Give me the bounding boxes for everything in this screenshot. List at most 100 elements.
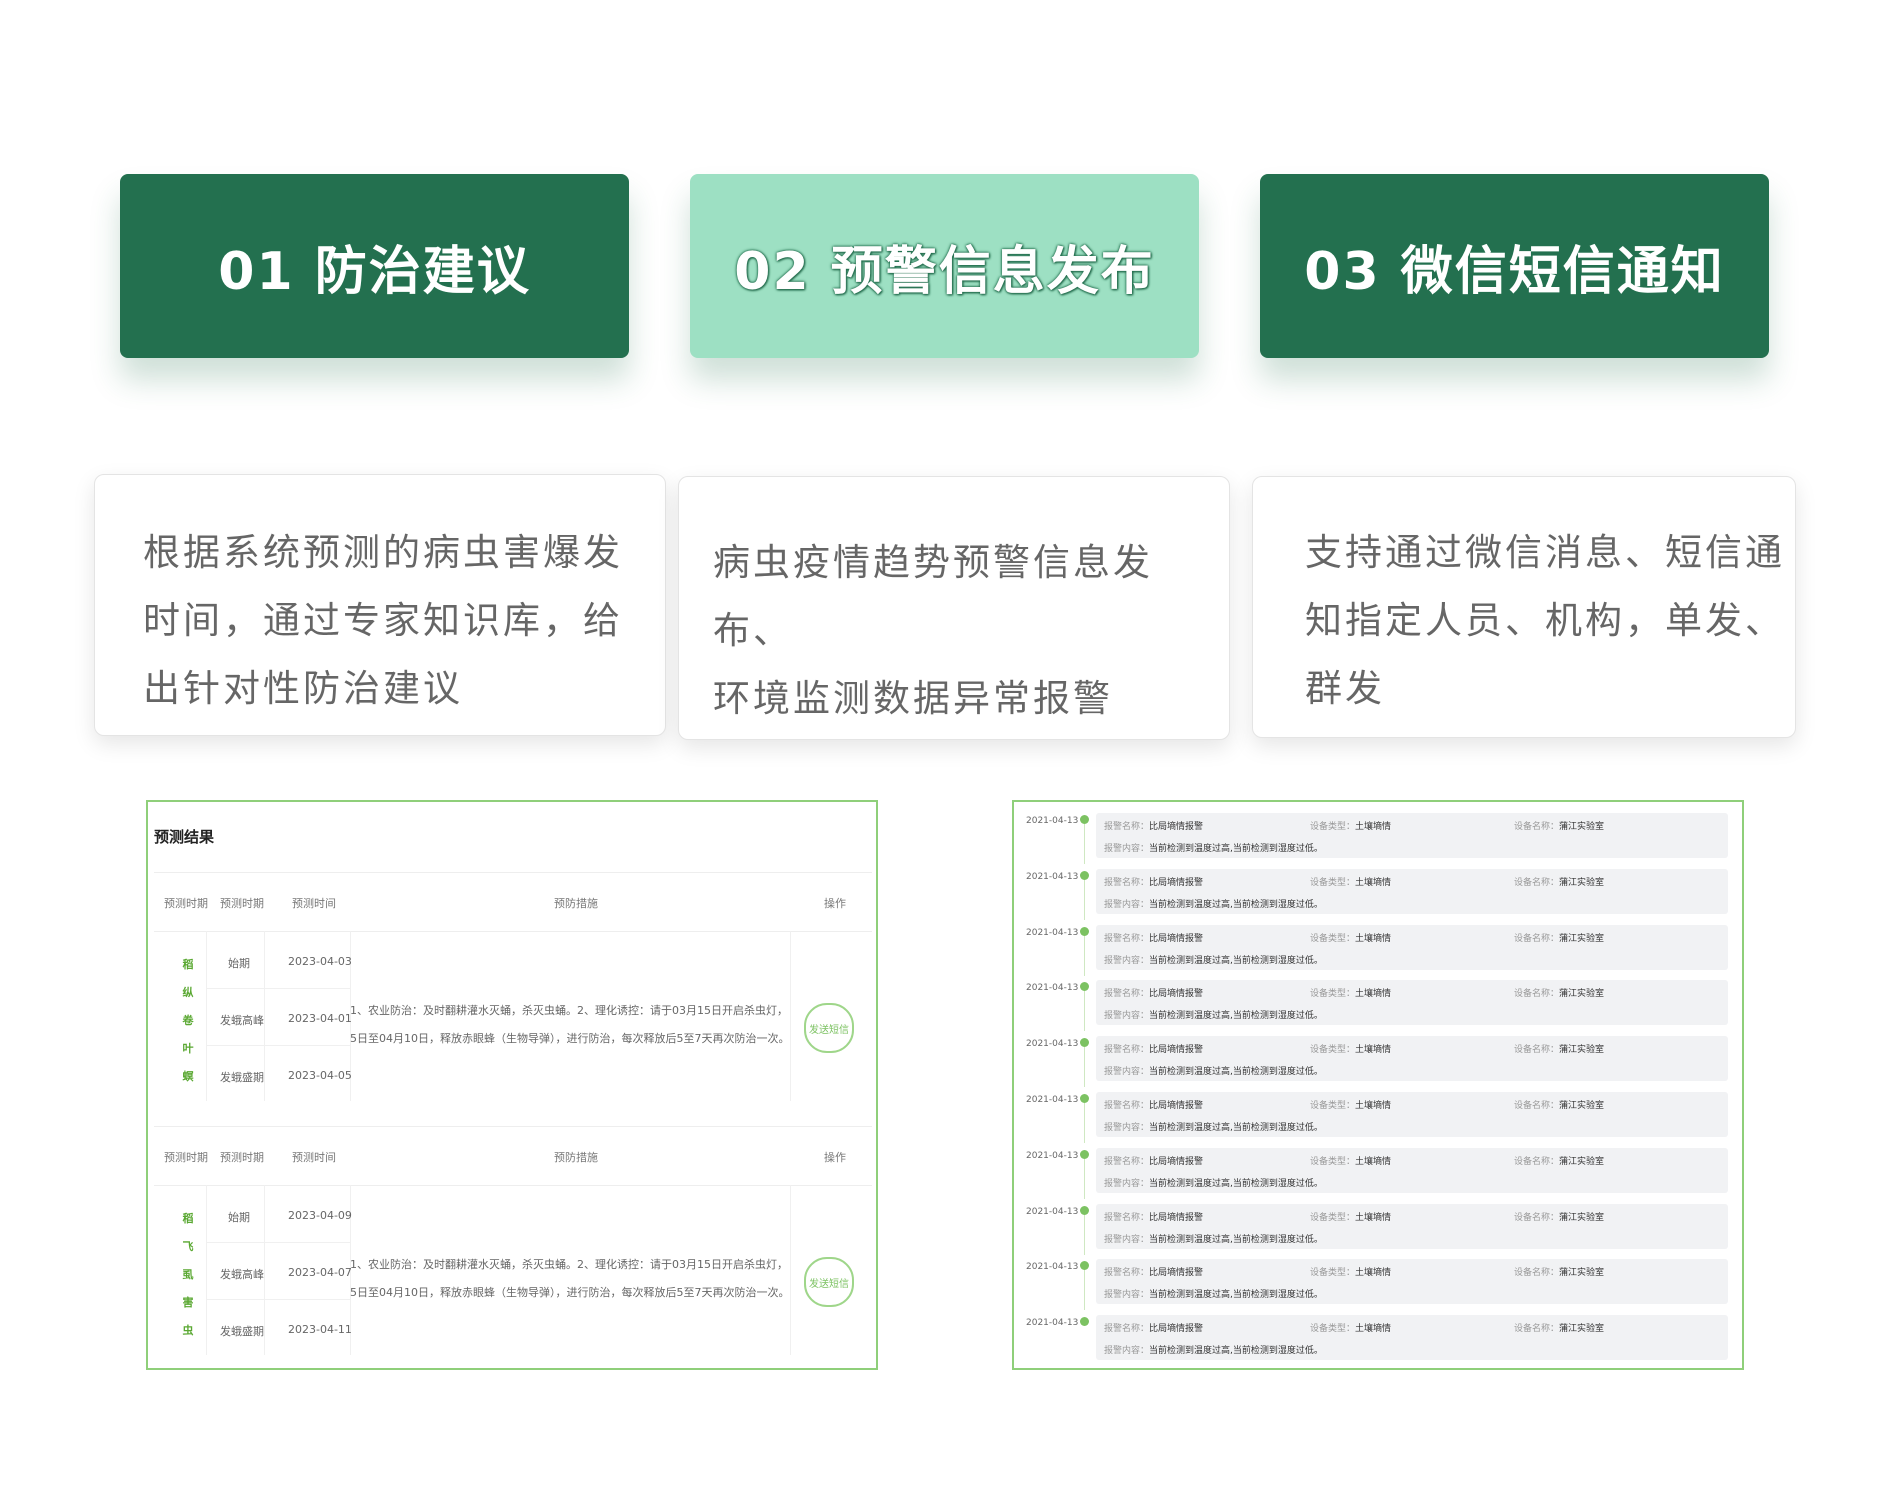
card-wechat-sms: 支持通过微信消息、短信通 知指定人员、机构，单发、 群发	[1252, 476, 1796, 738]
alarm-card[interactable]: 报警名称：比局墒情报警 设备类型：土壤墒情 设备名称：蒲江实验室 报警内容：当前检测到…	[1096, 1147, 1728, 1193]
alarm-card[interactable]: 报警名称：比局墒情报警 设备类型：土壤墒情 设备名称：蒲江实验室 报警内容：当前检测到…	[1096, 1259, 1728, 1305]
field-label: 报警名称：	[1104, 822, 1150, 832]
tab-prevention-advice[interactable]: 01 防治建议	[120, 174, 629, 358]
header-cell: 操作	[824, 1151, 846, 1164]
field-label: 设备名称：	[1514, 933, 1560, 944]
field-label: 报警名称：	[1104, 1045, 1150, 1056]
row-divider	[206, 988, 350, 989]
header-cell: 操作	[824, 897, 846, 910]
field-value: 蒲江实验室	[1559, 1324, 1605, 1335]
device-type: 设备类型：土壤墒情	[1310, 1154, 1391, 1167]
alarm-rule: 报警名称：比局墒情报警	[1104, 1210, 1203, 1223]
alarm-card[interactable]: 报警名称：比局墒情报警 设备类型：土壤墒情 设备名称：蒲江实验室 报警内容：当前检测到…	[1096, 868, 1728, 914]
timeline-connector	[1084, 991, 1085, 1032]
timeline-connector	[1084, 1158, 1085, 1199]
alarm-rule: 报警名称：比局墒情报警	[1104, 1321, 1203, 1334]
alarm-card[interactable]: 报警名称：比局墒情报警 设备类型：土壤墒情 设备名称：蒲江实验室 报警内容：当前检测到…	[1096, 1092, 1728, 1137]
field-label: 报警名称：	[1104, 877, 1150, 888]
header-cell: 预防措施	[554, 1151, 598, 1164]
alarm-card[interactable]: 报警名称：比局墒情报警 设备类型：土壤墒情 设备名称：蒲江实验室 报警内容：当前检测到…	[1096, 980, 1728, 1026]
field-label: 报警内容：	[1104, 1011, 1150, 1022]
device-type: 设备类型：土壤墒情	[1310, 1210, 1391, 1223]
header-cell: 预测时间	[292, 897, 336, 910]
device-name: 设备名称：蒲江实验室	[1514, 1210, 1604, 1223]
alarm-content: 报警内容：当前检测到温度过高,当前检测到湿度过低。	[1104, 1008, 1323, 1021]
alarm-entry: 2021-04-13 报警名称：比局墒情报警 设备类型：土壤墒情 设备名称：蒲江实验室…	[1014, 806, 1742, 864]
timeline-connector	[1084, 879, 1085, 920]
field-label: 报警内容：	[1104, 1123, 1150, 1133]
field-value: 蒲江实验室	[1559, 989, 1605, 1000]
timeline-dot	[1080, 1261, 1089, 1271]
table-header: 预测时期 预测时期 预测时间 预防措施 操作	[154, 1127, 872, 1186]
field-value: 蒲江实验室	[1559, 877, 1605, 888]
field-label: 报警内容：	[1104, 844, 1150, 854]
field-label: 设备名称：	[1514, 1156, 1560, 1167]
alarm-card[interactable]: 报警名称：比局墒情报警 设备类型：土壤墒情 设备名称：蒲江实验室 报警内容：当前检测到…	[1096, 1315, 1728, 1361]
tab-wechat-sms[interactable]: 03 微信短信通知	[1260, 174, 1769, 358]
field-label: 报警名称：	[1104, 933, 1150, 944]
field-label: 设备类型：	[1310, 1045, 1356, 1056]
field-value: 当前检测到温度过高,当前检测到湿度过低。	[1149, 1234, 1323, 1245]
card-line: 出针对性防治建议	[143, 667, 463, 710]
field-value: 蒲江实验室	[1559, 1212, 1605, 1223]
timeline-dot	[1080, 926, 1089, 936]
alarm-entry: 2021-04-13 报警名称：比局墒情报警 设备类型：土壤墒情 设备名称：蒲江实验室…	[1014, 1308, 1742, 1364]
alarm-date: 2021-04-13	[1026, 1150, 1079, 1161]
alarm-content: 报警内容：当前检测到温度过高,当前检测到湿度过低。	[1104, 1232, 1323, 1245]
field-label: 报警名称：	[1104, 1268, 1150, 1279]
header-cell: 预测时期	[220, 1151, 264, 1164]
field-label: 报警内容：	[1104, 1067, 1150, 1078]
device-name: 设备名称：蒲江实验室	[1514, 986, 1604, 999]
device-type: 设备类型：土壤墒情	[1310, 931, 1391, 944]
field-label: 报警内容：	[1104, 1290, 1150, 1301]
column-divider	[790, 931, 791, 1101]
send-sms-button[interactable]: 发送短信	[804, 1257, 854, 1307]
timeline-dot	[1080, 870, 1089, 880]
alarm-card[interactable]: 报警名称：比局墒情报警 设备类型：土壤墒情 设备名称：蒲江实验室报警内容：当前检测到…	[1096, 1203, 1728, 1249]
field-value: 比局墒情报警	[1149, 877, 1204, 888]
alarm-card[interactable]: 报警名称：比局墒情报警 设备类型：土壤墒情 设备名称：蒲江实验室 报警内容：当前检测到…	[1096, 924, 1728, 970]
alarm-date: 2021-04-13	[1026, 927, 1079, 938]
field-label: 报警内容：	[1104, 955, 1150, 966]
alarm-rule: 报警名称：比局墒情报警	[1104, 819, 1203, 832]
field-label: 设备名称：	[1514, 822, 1560, 832]
timeline-dot	[1080, 1094, 1089, 1103]
column-divider	[206, 1185, 207, 1355]
column-divider	[790, 1185, 791, 1355]
alarm-date: 2021-04-13	[1026, 1039, 1079, 1050]
header-cell: 预测时期	[164, 1151, 208, 1164]
device-name: 设备名称：蒲江实验室	[1514, 1098, 1604, 1111]
alarm-date: 2021-04-13	[1026, 983, 1079, 994]
alarm-rule: 报警名称：比局墒情报警	[1104, 1042, 1203, 1055]
field-value: 比局墒情报警	[1149, 822, 1204, 832]
send-sms-button[interactable]: 发送短信	[804, 1003, 854, 1053]
timeline-dot	[1080, 1205, 1089, 1215]
alarm-timeline-screenshot: 2021-04-13 报警名称：比局墒情报警 设备类型：土壤墒情 设备名称：蒲江实验室…	[1012, 800, 1744, 1370]
alarm-content: 报警内容：当前检测到温度过高,当前检测到湿度过低。	[1104, 897, 1323, 910]
table-header: 预测时期 预测时期 预测时间 预防措施 操作	[154, 873, 872, 932]
pest-name: 稻飞虱害虫	[182, 1212, 194, 1337]
field-label: 设备名称：	[1514, 1324, 1560, 1335]
header-cell: 预测时期	[220, 897, 264, 910]
card-line: 群发	[1305, 667, 1385, 710]
phase-cell: 发蛾高峰	[220, 1268, 264, 1281]
field-label: 设备类型：	[1310, 1324, 1356, 1335]
field-value: 土壤墒情	[1355, 1045, 1392, 1056]
field-value: 比局墒情报警	[1149, 1212, 1204, 1223]
phase-cell: 发蛾盛期	[220, 1325, 264, 1338]
tab-warning-publish[interactable]: 02 预警信息发布	[690, 174, 1199, 358]
alarm-entry: 2021-04-13 报警名称：比局墒情报警 设备类型：土壤墒情 设备名称：蒲江实验室…	[1014, 862, 1742, 920]
header-cell: 预防措施	[554, 897, 598, 910]
measure-text: 5日至04月10日，释放赤眼蜂（生物导弹），进行防治，每次释放后5至7天再次防治…	[350, 1286, 788, 1299]
field-value: 土壤墒情	[1355, 933, 1392, 944]
card-line: 知指定人员、机构，单发、	[1305, 599, 1785, 642]
tab-label: 03 微信短信通知	[1304, 241, 1725, 302]
alarm-rule: 报警名称：比局墒情报警	[1104, 1265, 1203, 1278]
alarm-entry: 2021-04-13 报警名称：比局墒情报警 设备类型：土壤墒情 设备名称：蒲江实验室…	[1014, 973, 1742, 1032]
field-label: 报警名称：	[1104, 1101, 1150, 1111]
field-label: 设备类型：	[1310, 989, 1356, 1000]
alarm-card[interactable]: 报警名称：比局墒情报警 设备类型：土壤墒情 设备名称：蒲江实验室 报警内容：当前检测到…	[1096, 1036, 1728, 1082]
field-label: 报警名称：	[1104, 989, 1150, 1000]
alarm-card[interactable]: 报警名称：比局墒情报警 设备类型：土壤墒情 设备名称：蒲江实验室 报警内容：当前检测到…	[1096, 813, 1728, 858]
timeline-connector	[1084, 1214, 1085, 1255]
